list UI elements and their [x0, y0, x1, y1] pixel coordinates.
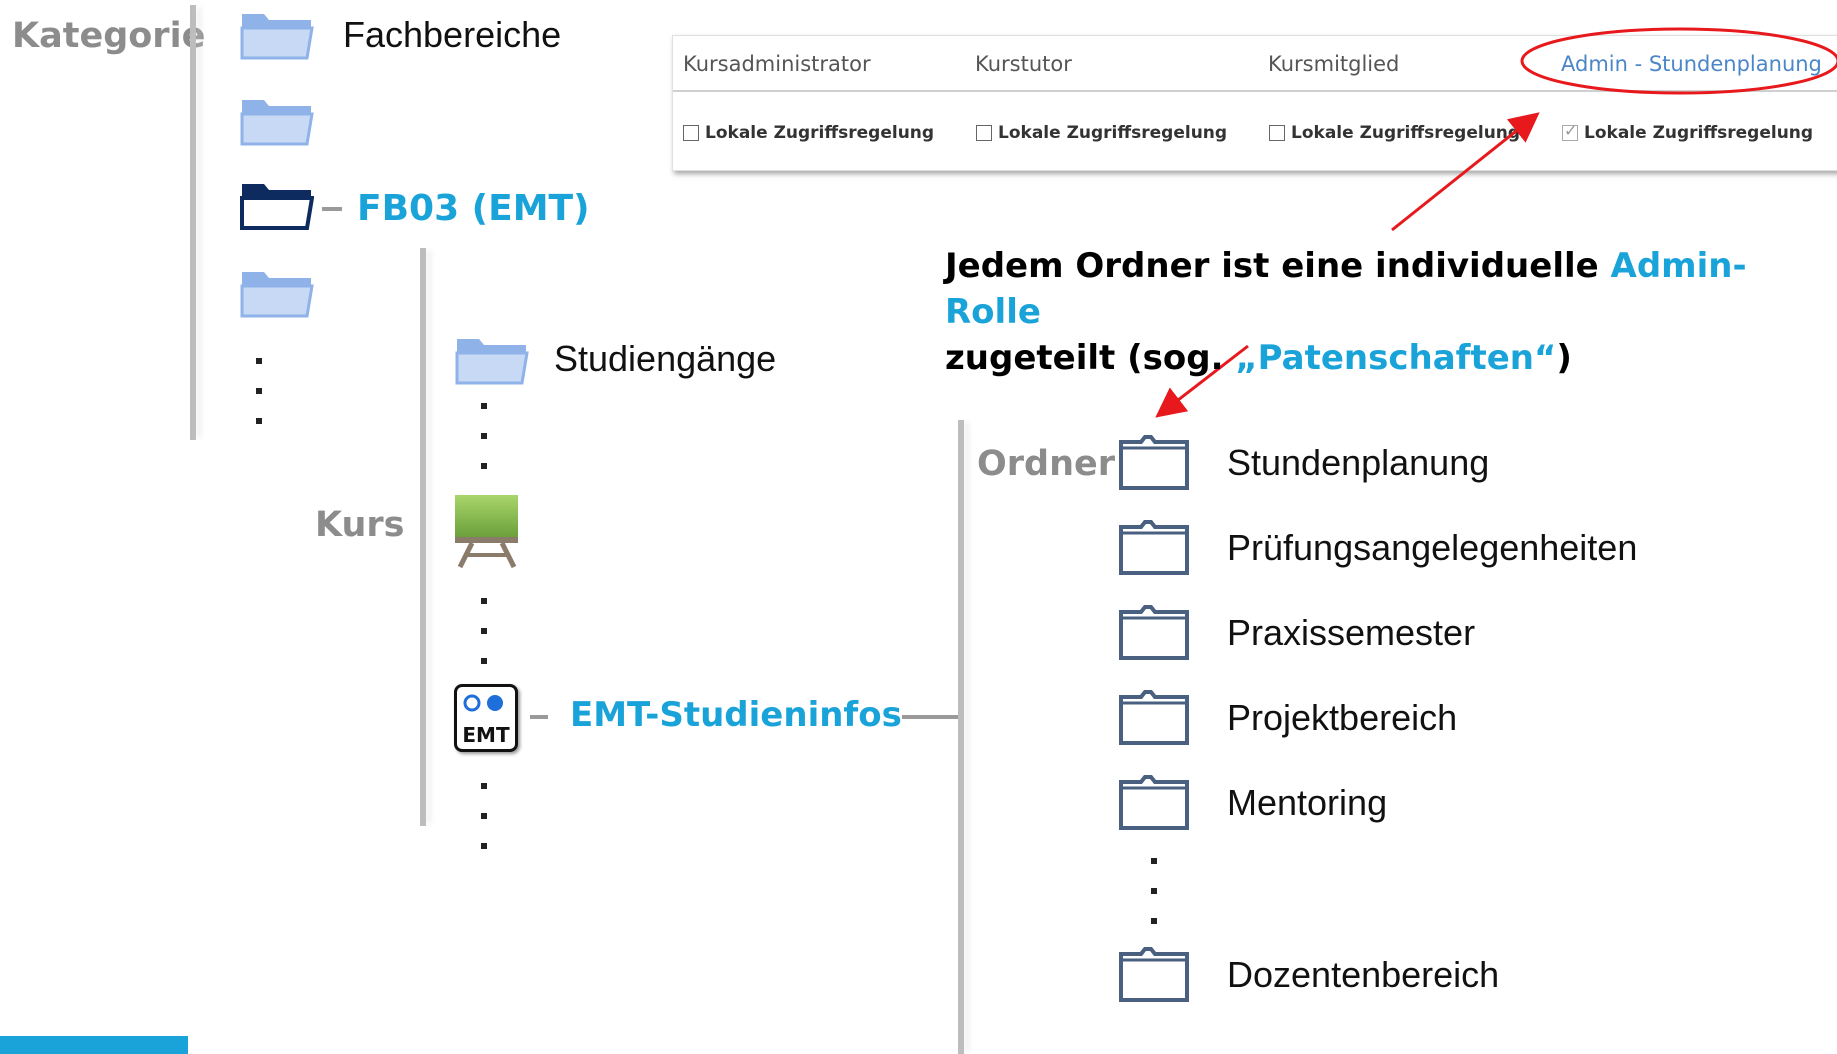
- annotation-line-2: zugeteilt (sog. „Patenschaften“): [945, 335, 1837, 381]
- annotation-line1-text: Jedem Ordner ist eine individuelle: [945, 246, 1611, 286]
- accent-tab: [0, 1036, 188, 1054]
- arrow-to-role: [1391, 112, 1540, 232]
- annotation-line-1: Jedem Ordner ist eine individuelle Admin…: [945, 243, 1837, 335]
- annotation-overlay: [1155, 27, 1837, 418]
- annotation-line2-highlight: „Patenschaften“: [1235, 338, 1557, 378]
- annotation-text: Jedem Ordner ist eine individuelle Admin…: [945, 243, 1837, 381]
- highlight-ellipse: [1520, 27, 1837, 95]
- annotation-line2-text: zugeteilt (sog.: [945, 338, 1236, 378]
- annotation-line2-suffix: ): [1556, 338, 1572, 378]
